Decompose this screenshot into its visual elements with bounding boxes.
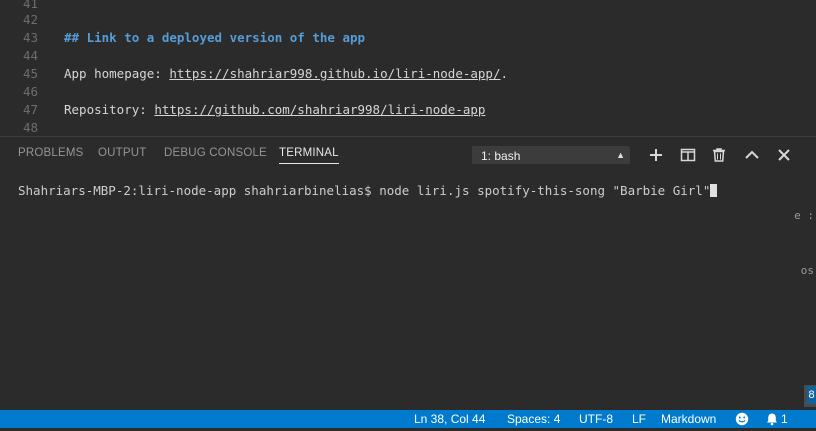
- repository-link[interactable]: https://github.com/shahriar998/liri-node…: [154, 102, 485, 117]
- status-bar: Ln 38, Col 44 Spaces: 4 UTF-8 LF Markdow…: [0, 410, 816, 428]
- tab-terminal[interactable]: TERMINAL: [279, 147, 339, 164]
- line-number: 46: [22, 84, 38, 99]
- line-number: 45: [22, 66, 38, 81]
- editor-line: 45 App homepage: https://shahriar998.git…: [0, 65, 816, 83]
- close-icon[interactable]: [775, 146, 793, 164]
- editor-line: 48: [0, 119, 816, 136]
- tab-problems[interactable]: PROBLEMS: [18, 147, 84, 159]
- select-arrow-icon: ▲: [616, 150, 625, 160]
- terminal-select[interactable]: 1: bash ▲: [472, 146, 630, 164]
- line-number: 43: [22, 30, 38, 45]
- scroll-badge: 8: [807, 386, 816, 404]
- encoding[interactable]: UTF-8: [579, 410, 613, 428]
- terminal-select-value: 1: bash: [481, 149, 521, 163]
- homepage-link[interactable]: https://shahriar998.github.io/liri-node-…: [169, 66, 500, 81]
- edge-fragment: os: [800, 264, 814, 277]
- indentation-setting[interactable]: Spaces: 4: [507, 410, 560, 428]
- terminal-cursor: [710, 184, 718, 197]
- smiley-feedback-icon[interactable]: [735, 412, 749, 431]
- editor-line: 43 ## Link to a deployed version of the …: [0, 29, 816, 47]
- split-terminal-icon[interactable]: [679, 146, 697, 164]
- editor-line: 47 Repository: https://github.com/shahri…: [0, 101, 816, 119]
- tab-output[interactable]: OUTPUT: [98, 147, 146, 159]
- tab-debug-console[interactable]: DEBUG CONSOLE: [164, 147, 267, 159]
- code-text: Repository: https://github.com/shahriar9…: [64, 101, 485, 119]
- line-number: 44: [22, 48, 38, 63]
- markdown-heading: ## Link to a deployed version of the app: [64, 30, 366, 45]
- line-number: 42: [22, 12, 38, 27]
- bell-icon[interactable]: [765, 412, 779, 431]
- end-of-line[interactable]: LF: [632, 410, 646, 428]
- panel-tabs: PROBLEMS OUTPUT DEBUG CONSOLE TERMINAL 1…: [0, 137, 816, 173]
- editor-line: 44: [0, 47, 816, 65]
- cursor-position[interactable]: Ln 38, Col 44: [414, 410, 485, 428]
- terminal-command-line: Shahriars-MBP-2:liri-node-app shahriarbi…: [18, 183, 711, 198]
- trash-icon[interactable]: [710, 146, 728, 164]
- line-number: 48: [22, 120, 38, 135]
- chevron-up-icon[interactable]: [743, 146, 761, 164]
- period-text: .: [500, 66, 509, 81]
- line-number: 47: [22, 102, 38, 117]
- repository-label: Repository:: [64, 102, 155, 117]
- terminal-output[interactable]: Shahriars-MBP-2:liri-node-app shahriarbi…: [18, 183, 718, 198]
- homepage-label: App homepage:: [64, 66, 170, 81]
- editor-line: 42: [0, 11, 816, 29]
- language-mode[interactable]: Markdown: [661, 410, 716, 428]
- code-text: App homepage: https://shahriar998.github…: [64, 65, 508, 83]
- editor-area[interactable]: 41 42 43 ## Link to a deployed version o…: [0, 0, 816, 136]
- edge-fragment: e :: [794, 209, 814, 222]
- plus-icon[interactable]: [647, 146, 665, 164]
- editor-line: 46: [0, 83, 816, 101]
- bottom-panel: PROBLEMS OUTPUT DEBUG CONSOLE TERMINAL 1…: [0, 136, 816, 411]
- notification-count[interactable]: 1: [781, 410, 788, 428]
